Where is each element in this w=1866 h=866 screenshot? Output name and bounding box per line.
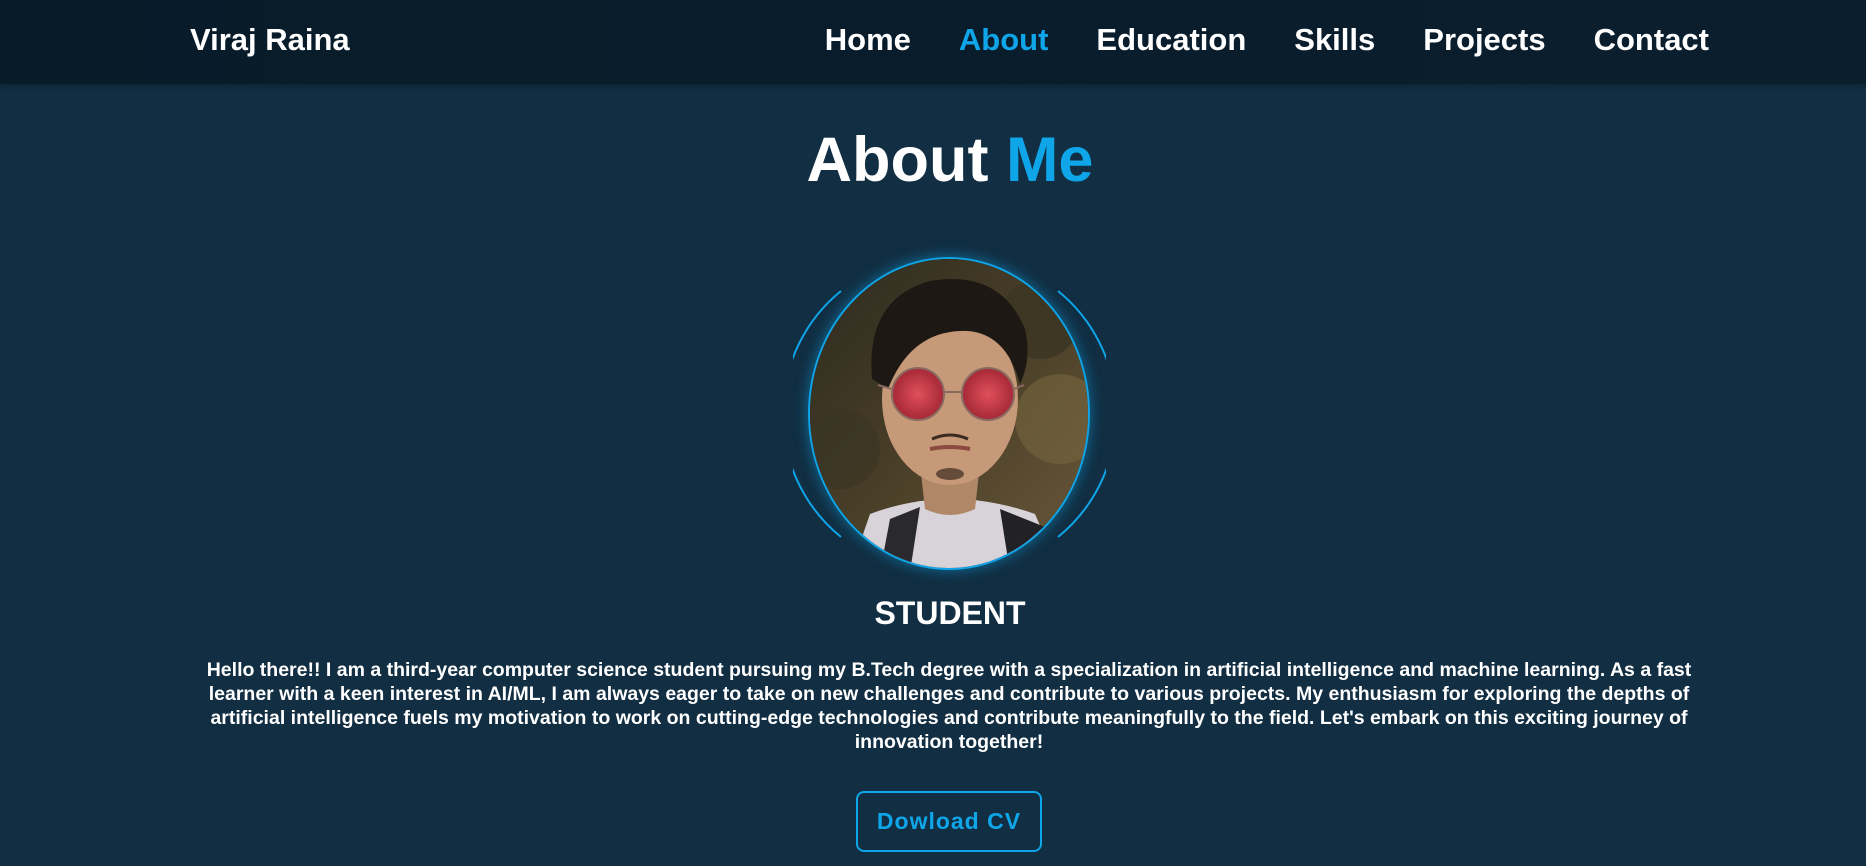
nav-link-projects[interactable]: Projects [1423, 22, 1545, 58]
site-logo[interactable]: Viraj Raina [190, 22, 350, 58]
section-title: About Me [0, 124, 1866, 196]
nav-link-skills[interactable]: Skills [1294, 22, 1375, 58]
nav-link-education[interactable]: Education [1096, 22, 1246, 58]
role-heading: STUDENT [874, 595, 1026, 631]
nav-link-about[interactable]: About [959, 22, 1049, 58]
nav-link-home[interactable]: Home [825, 22, 911, 58]
nav-link-contact[interactable]: Contact [1594, 22, 1709, 58]
site-header: Viraj Raina Home About Education Skills … [0, 0, 1866, 84]
profile-photo [808, 257, 1090, 570]
main-nav: Home About Education Skills Projects Con… [825, 22, 1709, 58]
download-cv-button[interactable]: Dowload CV [856, 791, 1042, 852]
section-title-accent: Me [1005, 125, 1094, 195]
section-title-main: About [806, 125, 989, 195]
profile-portrait-illustration [810, 259, 1088, 568]
profile-photo-frame [793, 255, 1106, 572]
bio-paragraph: Hello there!! I am a third-year computer… [206, 659, 1692, 753]
